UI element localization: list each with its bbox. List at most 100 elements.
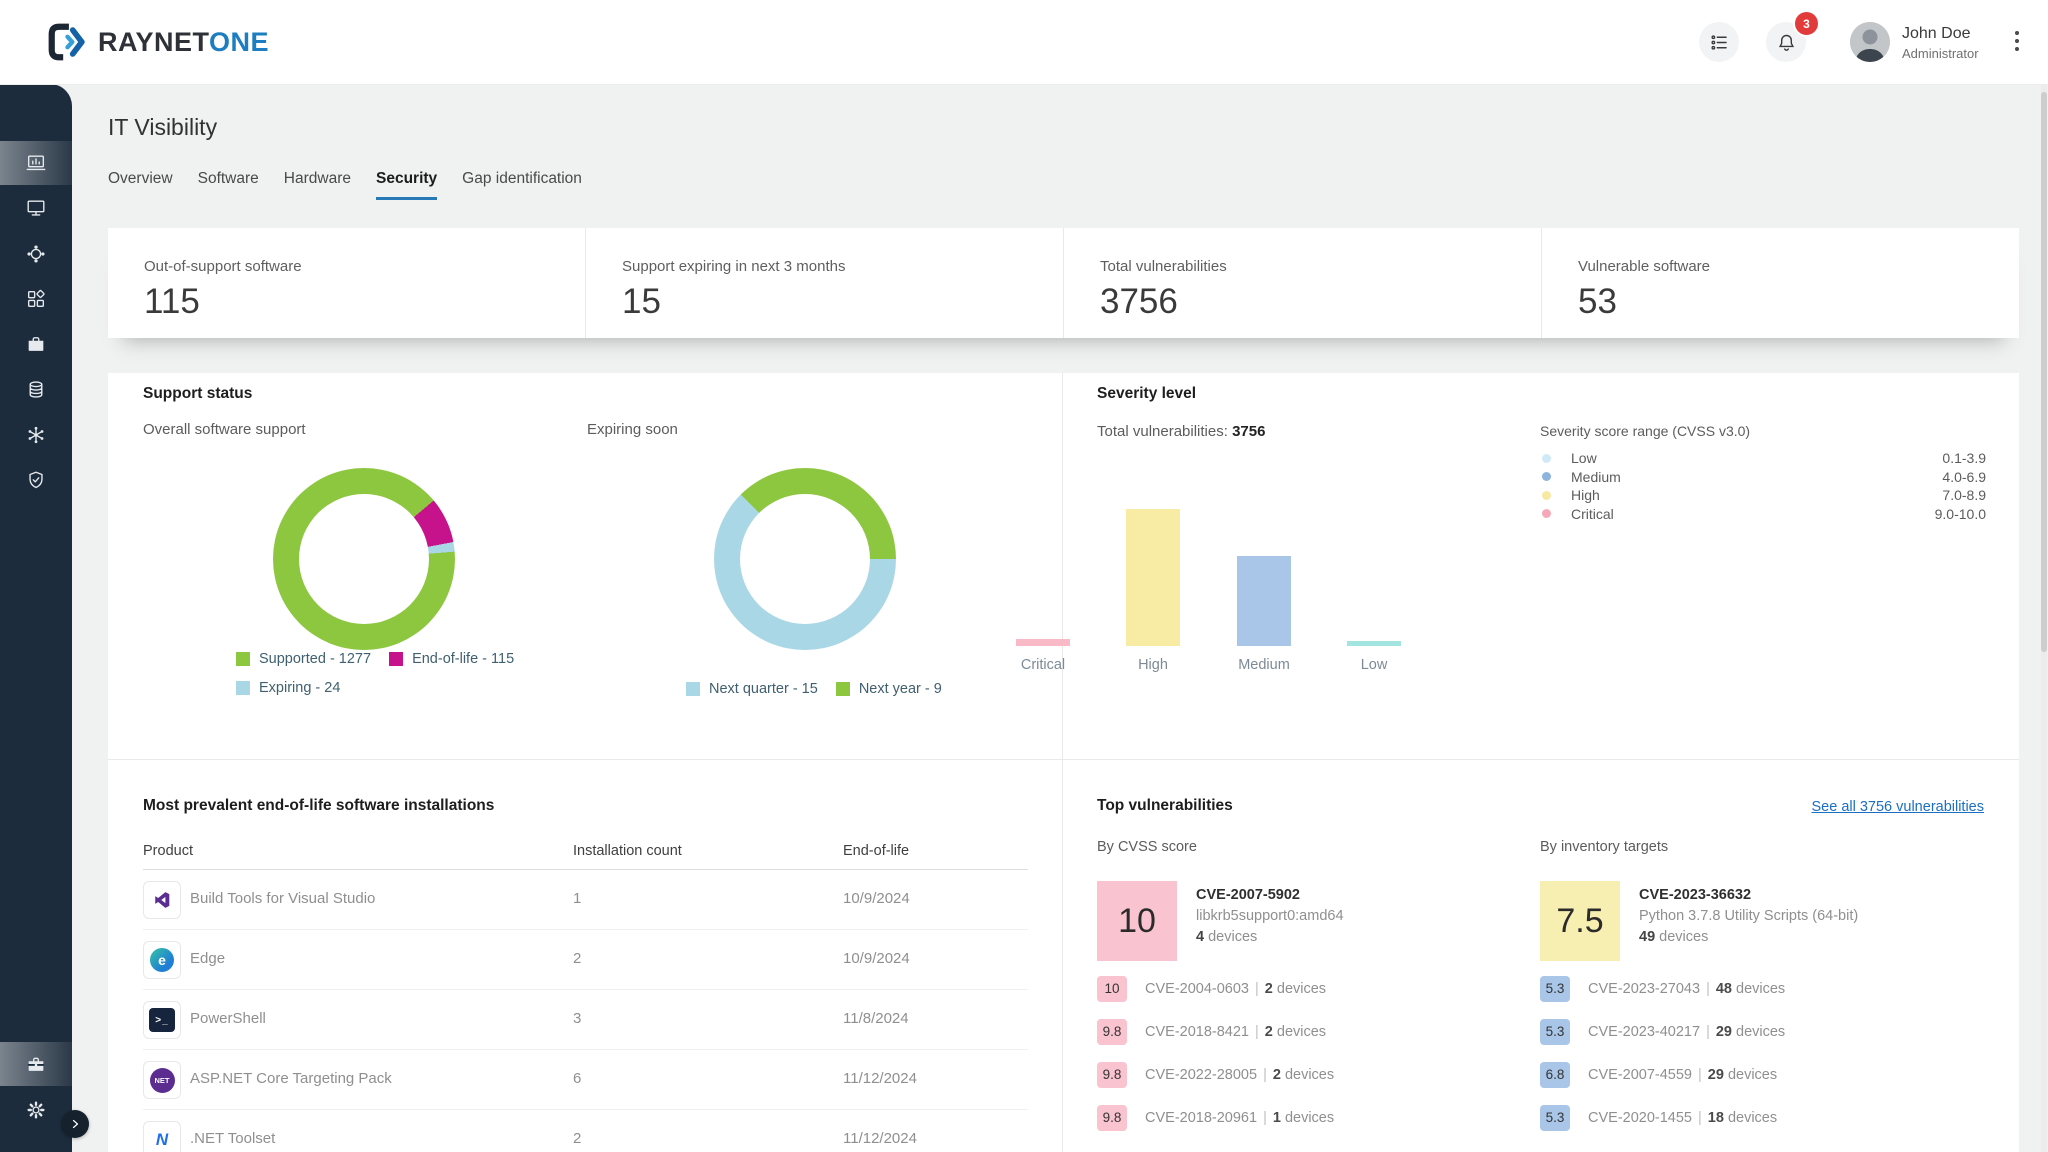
legend-label: End-of-life - 115 xyxy=(412,651,514,667)
vuln-row-cve-2004-0603[interactable]: 10CVE-2004-0603|2 devices xyxy=(1097,967,1517,1010)
sidebar-item-integrations-molecule[interactable] xyxy=(0,413,72,457)
cve-id: CVE-2018-8421 xyxy=(1145,1024,1249,1040)
legend-item-next-year-9: Next year - 9 xyxy=(836,681,942,697)
vuln-row-cve-2018-8421[interactable]: 9.8 CVE-2018-8421|2 devices xyxy=(1097,1010,1517,1053)
stat-card-vulnerable-software: Vulnerable software53 xyxy=(1541,228,2019,338)
sidebar-item-devices-monitor[interactable] xyxy=(0,186,72,230)
topbar: RAYNETONE 3 John Doe Administrator xyxy=(0,0,2048,85)
vuln-row-text: CVE-2023-27043|48 devices xyxy=(1588,981,1785,997)
vuln-row-cve-2022-28005[interactable]: 9.8CVE-2022-28005|2 devices xyxy=(1097,1053,1517,1096)
severity-bar-chart: CriticalHighMediumLow xyxy=(1016,509,1436,646)
product-name: Edge xyxy=(190,950,225,967)
product-icon-box: NET xyxy=(143,1061,181,1099)
severity-legend: Severity score range (CVSS v3.0) Low0.1-… xyxy=(1540,423,1986,523)
severity-bar-medium xyxy=(1237,556,1291,646)
column-header-end-of-life: End-of-life xyxy=(843,843,909,859)
vuln-row-text: CVE-2007-4559|29 devices xyxy=(1588,1067,1777,1083)
installation-count: 2 xyxy=(573,1130,581,1147)
sidebar-item-data-storage[interactable] xyxy=(0,368,72,412)
kebab-menu-icon xyxy=(2015,31,2019,35)
avatar-photo xyxy=(1850,22,1890,62)
legend-label: Next year - 9 xyxy=(859,681,942,697)
vuln-row-cve-2023-27043[interactable]: 5.3CVE-2023-27043|48 devices xyxy=(1540,967,1960,1010)
stat-card-total-vulnerabilities: Total vulnerabilities3756 xyxy=(1063,228,1541,338)
installation-count: 3 xyxy=(573,1010,581,1027)
integrations-molecule-icon xyxy=(25,424,47,446)
severity-range: 0.1-3.9 xyxy=(1942,450,1986,466)
end-of-life-date: 11/12/2024 xyxy=(843,1070,917,1087)
legend-dot xyxy=(1542,454,1551,463)
vertical-divider xyxy=(1062,373,1063,1152)
toolbox-icon xyxy=(25,1053,47,1075)
data-storage-icon xyxy=(25,379,47,401)
table-row-build-tools-for-visual-studio[interactable]: Build Tools for Visual Studio110/9/2024 xyxy=(143,870,1028,930)
brand-logo[interactable]: RAYNETONE xyxy=(46,21,269,63)
page-title: IT Visibility xyxy=(108,114,217,141)
featured-cve-id[interactable]: CVE-2007-5902 xyxy=(1196,887,1300,903)
cvss-score-badge: 5.3 xyxy=(1540,1105,1570,1131)
stat-label: Out-of-support software xyxy=(144,258,585,275)
sidebar-item-toolbox[interactable] xyxy=(0,1042,72,1086)
tab-software[interactable]: Software xyxy=(198,170,259,200)
installation-count: 1 xyxy=(573,890,581,907)
vuln-row-cve-2007-4559[interactable]: 6.8CVE-2007-4559|29 devices xyxy=(1540,1053,1960,1096)
dashboard-laptop-icon xyxy=(25,152,47,174)
cvss-score-badge: 9.8 xyxy=(1097,1062,1127,1088)
task-list-button[interactable] xyxy=(1699,22,1739,62)
legend-swatch xyxy=(389,652,403,666)
vuln-row-cve-2020-1455[interactable]: 5.3CVE-2020-1455|18 devices xyxy=(1540,1096,1960,1139)
stat-label: Total vulnerabilities xyxy=(1100,258,1541,275)
product-name: Build Tools for Visual Studio xyxy=(190,890,375,907)
featured-cve-id[interactable]: CVE-2023-36632 xyxy=(1639,887,1751,903)
device-count: 29 xyxy=(1708,1067,1724,1083)
stat-card-support-expiring-in-next-3-months: Support expiring in next 3 months15 xyxy=(585,228,1063,338)
cve-id: CVE-2023-27043 xyxy=(1588,981,1700,997)
vuln-row-cve-2023-40217[interactable]: 5.3CVE-2023-40217|29 devices xyxy=(1540,1010,1960,1053)
legend-swatch xyxy=(236,681,250,695)
cvss-score-badge: 9.8 xyxy=(1097,1019,1127,1045)
panels-area: Support status Overall software support … xyxy=(108,373,2019,1152)
table-row--net-toolset[interactable]: N.NET Toolset211/12/2024 xyxy=(143,1110,1028,1152)
more-options-button[interactable] xyxy=(2011,31,2023,51)
see-all-vulnerabilities-link[interactable]: See all 3756 vulnerabilities xyxy=(1812,799,1985,815)
vuln-row-text: CVE-2018-8421|2 devices xyxy=(1145,1024,1326,1040)
applications-icon xyxy=(25,288,47,310)
user-avatar[interactable] xyxy=(1850,22,1890,62)
installation-count: 6 xyxy=(573,1070,581,1087)
severity-name: High xyxy=(1571,487,1600,503)
end-of-life-date: 11/12/2024 xyxy=(843,1130,917,1147)
sidebar-item-security-shield[interactable] xyxy=(0,458,72,502)
vuln-row-cve-2018-20961[interactable]: 9.8CVE-2018-20961|1 devices xyxy=(1097,1096,1517,1139)
table-row-edge[interactable]: eEdge210/9/2024 xyxy=(143,930,1028,990)
tab-hardware[interactable]: Hardware xyxy=(284,170,351,200)
tab-gap-identification[interactable]: Gap identification xyxy=(462,170,582,200)
stat-label: Vulnerable software xyxy=(1578,258,2019,275)
settings-gear-icon xyxy=(25,1099,47,1121)
sidebar-item-dashboard-laptop[interactable] xyxy=(0,141,72,185)
severity-range: 9.0-10.0 xyxy=(1935,506,1986,522)
aspnet-core-icon: NET xyxy=(150,1068,175,1093)
sidebar-item-network-hub[interactable] xyxy=(0,232,72,276)
raynetone-dashboard: RAYNETONE 3 John Doe Administrator xyxy=(0,0,2048,1152)
chevron-right-icon xyxy=(69,1118,81,1130)
scrollbar-thumb[interactable] xyxy=(2041,92,2047,652)
list-menu-icon xyxy=(1709,32,1730,53)
legend-swatch xyxy=(236,652,250,666)
notification-count-badge: 3 xyxy=(1793,10,1820,37)
sidebar-item-applications[interactable] xyxy=(0,277,72,321)
sidebar-expand-button[interactable] xyxy=(61,1110,89,1138)
table-row-powershell[interactable]: >_PowerShell311/8/2024 xyxy=(143,990,1028,1050)
tab-overview[interactable]: Overview xyxy=(108,170,173,200)
tab-security[interactable]: Security xyxy=(376,170,437,200)
sidebar-item-packages-box[interactable] xyxy=(0,322,72,366)
featured-product: libkrb5support0:amd64 xyxy=(1196,908,1344,924)
product-name: .NET Toolset xyxy=(190,1130,275,1147)
table-row-asp-net-core-targeting-pack[interactable]: NETASP.NET Core Targeting Pack611/12/202… xyxy=(143,1050,1028,1110)
end-of-life-date: 10/9/2024 xyxy=(843,950,910,967)
total-vulnerabilities-value: 3756 xyxy=(1232,423,1265,440)
column-header-installation-count: Installation count xyxy=(573,843,682,859)
visual-studio-icon xyxy=(153,891,171,909)
notifications-bell-icon xyxy=(1776,32,1797,53)
severity-bar-high xyxy=(1126,509,1180,646)
vuln-column-heading-by-inventory-targets: By inventory targets xyxy=(1540,839,1668,855)
